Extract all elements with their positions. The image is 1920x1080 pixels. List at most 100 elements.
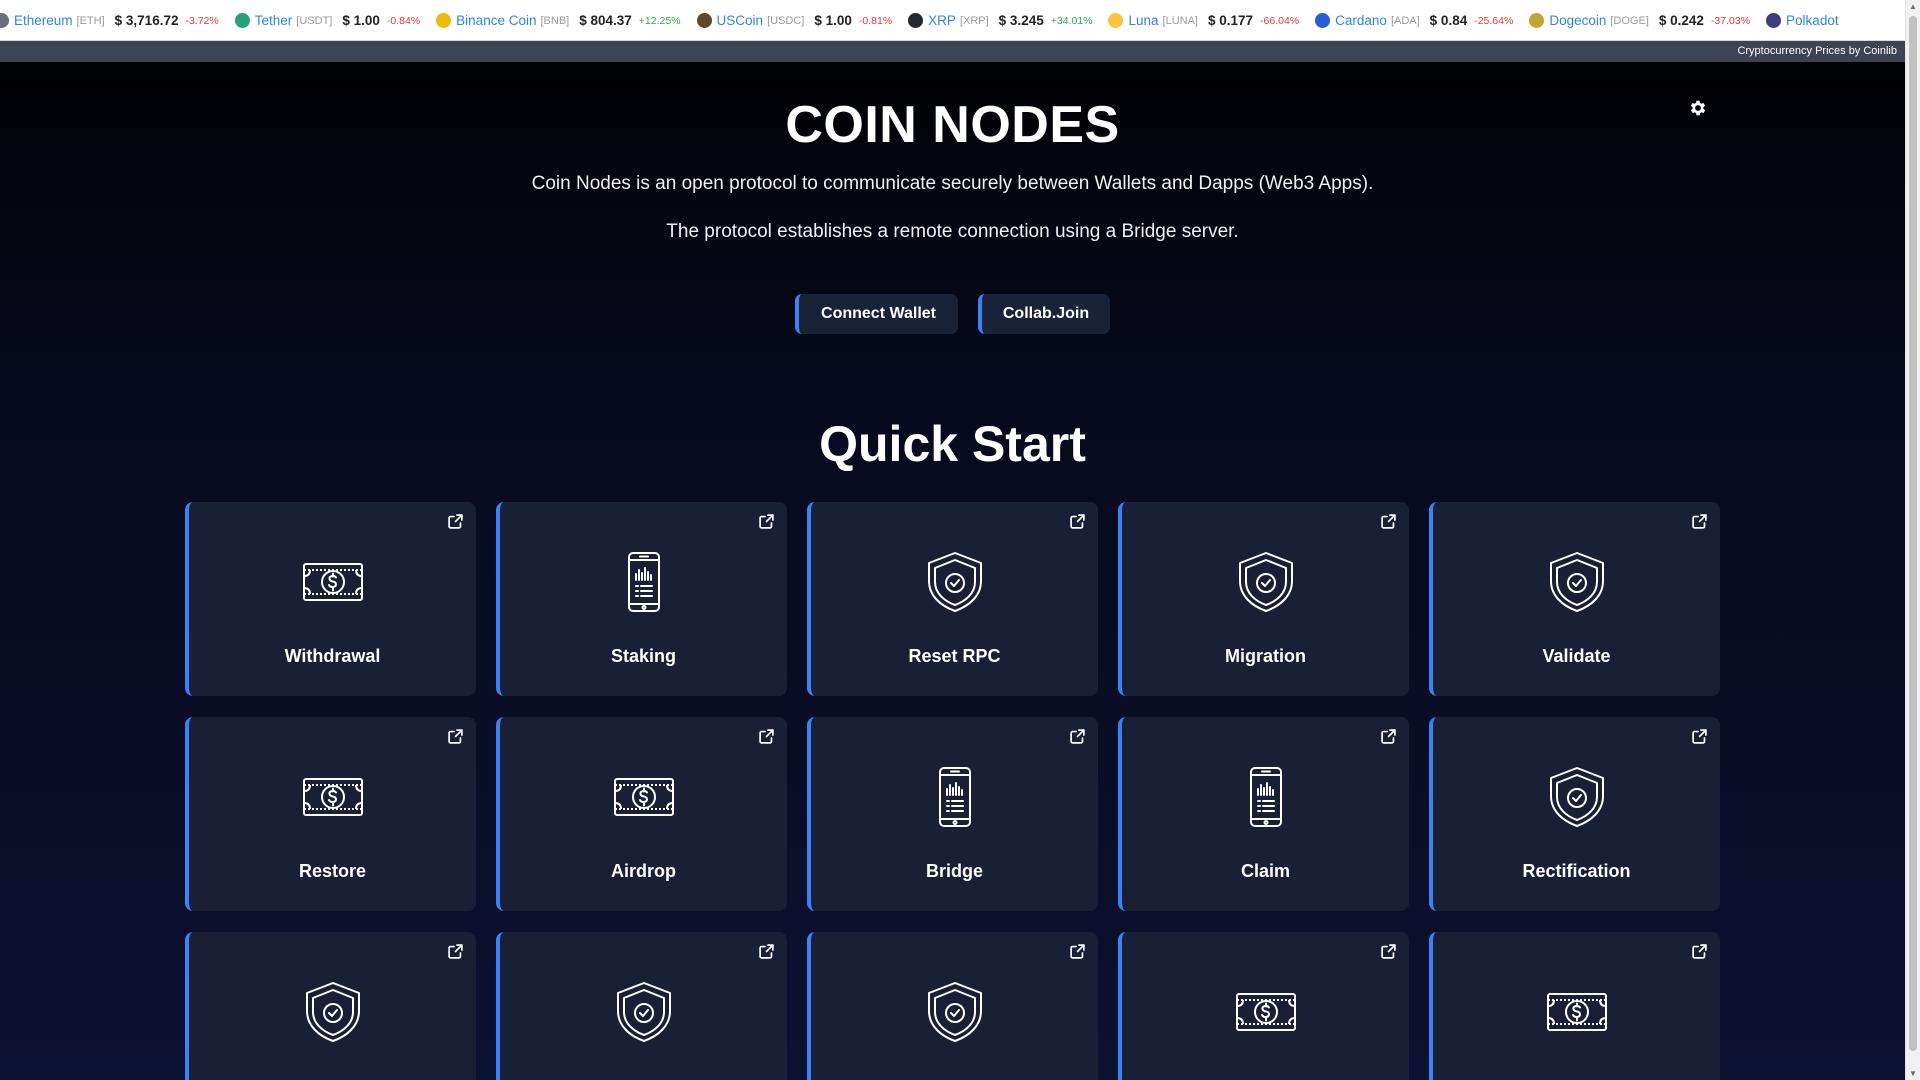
ticker-coin[interactable]: USCoin [USDC] $ 1.00 -0.81% bbox=[696, 13, 893, 28]
coin-symbol: [LUNA] bbox=[1162, 14, 1198, 27]
coin-change: -37.03% bbox=[1710, 14, 1751, 27]
coin-name[interactable]: Polkadot bbox=[1786, 13, 1839, 28]
shield-icon bbox=[923, 980, 987, 1044]
coin-symbol: [USDT] bbox=[296, 14, 333, 27]
shield-icon bbox=[923, 550, 987, 614]
card-label: Rectification bbox=[1522, 861, 1631, 881]
ticker-coin[interactable]: Cardano [ADA] $ 0.84 -25.64% bbox=[1315, 13, 1513, 28]
uscoin-icon bbox=[696, 13, 712, 28]
money-bill-icon bbox=[612, 765, 676, 829]
coin-price: $ 3.245 bbox=[998, 13, 1044, 28]
quick-start-card-card-15[interactable] bbox=[1429, 932, 1720, 1080]
coin-name[interactable]: Ethereum bbox=[14, 13, 73, 28]
coin-name[interactable]: Tether bbox=[255, 13, 293, 28]
tether-icon bbox=[234, 13, 250, 28]
quick-start-card-rectification[interactable]: Rectification bbox=[1429, 717, 1720, 911]
quick-start-card-airdrop[interactable]: Airdrop bbox=[496, 717, 787, 911]
scroll-down-arrow-icon[interactable]: ▼ bbox=[1909, 1069, 1917, 1078]
shield-icon bbox=[1545, 550, 1609, 614]
page-title: COIN NODES bbox=[785, 96, 1120, 154]
external-link-icon[interactable] bbox=[447, 513, 464, 530]
hero-description-secondary: The protocol establishes a remote connec… bbox=[666, 221, 1239, 242]
card-label: Staking bbox=[610, 646, 676, 666]
money-bill-icon bbox=[301, 765, 365, 829]
coin-name[interactable]: Luna bbox=[1128, 13, 1158, 28]
quick-start-card-bridge[interactable]: Bridge bbox=[807, 717, 1098, 911]
shield-icon bbox=[612, 980, 676, 1044]
coin-change: -66.04% bbox=[1260, 14, 1300, 27]
external-link-icon[interactable] bbox=[1691, 728, 1708, 745]
ticker-coin[interactable]: Tether [USDT] $ 1.00 -0.84% bbox=[234, 13, 420, 28]
quick-start-card-validate[interactable]: Validate bbox=[1429, 502, 1720, 696]
crypto-price-ticker: Ethereum [ETH] $ 3,716.72 -3.72% Tether [USDT… bbox=[0, 0, 1905, 41]
quick-start-card-withdrawal[interactable]: Withdrawal bbox=[185, 502, 476, 696]
coin-symbol: [ADA] bbox=[1390, 14, 1420, 27]
phone-icon bbox=[923, 765, 987, 829]
phone-icon bbox=[612, 550, 676, 614]
ticker-track: Ethereum [ETH] $ 3,716.72 -3.72% Tether [USDT… bbox=[0, 0, 1876, 40]
coin-symbol: [BNB] bbox=[540, 14, 570, 27]
coin-change: +34.01% bbox=[1050, 14, 1093, 27]
coin-name[interactable]: Dogecoin bbox=[1549, 13, 1606, 28]
quick-start-card-migration[interactable]: Migration bbox=[1118, 502, 1409, 696]
phone-icon bbox=[1234, 765, 1298, 829]
coin-name[interactable]: USCoin bbox=[717, 13, 764, 28]
external-link-icon[interactable] bbox=[447, 943, 464, 960]
ticker-coin[interactable]: Ethereum [ETH] $ 3,716.72 -3.72% bbox=[0, 13, 219, 28]
luna-icon bbox=[1108, 13, 1124, 28]
scrollbar-thumb[interactable] bbox=[1909, 16, 1917, 1051]
external-link-icon[interactable] bbox=[758, 728, 775, 745]
external-link-icon[interactable] bbox=[447, 728, 464, 745]
cardano-icon bbox=[1315, 13, 1331, 28]
card-label: Validate bbox=[1542, 646, 1611, 666]
coin-name[interactable]: Cardano bbox=[1335, 13, 1387, 28]
coin-price: $ 0.177 bbox=[1207, 13, 1254, 28]
external-link-icon[interactable] bbox=[1069, 943, 1086, 960]
coin-price: $ 1.00 bbox=[814, 13, 852, 28]
external-link-icon[interactable] bbox=[1069, 728, 1086, 745]
card-label: Restore bbox=[298, 861, 367, 881]
collab-join-button[interactable]: Collab.Join bbox=[978, 294, 1110, 334]
polkadot-icon bbox=[1766, 13, 1782, 28]
quick-start-card-restore[interactable]: Restore bbox=[185, 717, 476, 911]
quick-start-card-card-11[interactable] bbox=[185, 932, 476, 1080]
coin-name[interactable]: XRP bbox=[928, 13, 956, 28]
coin-change: -25.64% bbox=[1474, 14, 1514, 27]
quick-start-card-claim[interactable]: Claim bbox=[1118, 717, 1409, 911]
external-link-icon[interactable] bbox=[1380, 513, 1397, 530]
shield-icon bbox=[1234, 550, 1298, 614]
shield-icon bbox=[301, 980, 365, 1044]
money-bill-icon bbox=[301, 550, 365, 614]
external-link-icon[interactable] bbox=[758, 943, 775, 960]
ticker-coin[interactable]: Luna [LUNA] $ 0.177 -66.04% bbox=[1108, 13, 1299, 28]
ticker-coin[interactable]: Binance Coin [BNB] $ 804.37 +12.25% bbox=[436, 13, 681, 28]
ticker-coin[interactable]: Polkadot bbox=[1766, 13, 1860, 28]
external-link-icon[interactable] bbox=[1380, 943, 1397, 960]
card-label: Airdrop bbox=[611, 861, 676, 881]
quick-start-card-card-12[interactable] bbox=[496, 932, 787, 1080]
coin-price: $ 0.84 bbox=[1429, 13, 1468, 28]
external-link-icon[interactable] bbox=[1691, 943, 1708, 960]
quick-start-card-card-14[interactable] bbox=[1118, 932, 1409, 1080]
quick-start-card-reset-rpc[interactable]: Reset RPC bbox=[807, 502, 1098, 696]
scroll-up-arrow-icon[interactable]: ▲ bbox=[1909, 2, 1917, 11]
external-link-icon[interactable] bbox=[1069, 513, 1086, 530]
coin-symbol: [USDC] bbox=[767, 14, 805, 27]
coin-symbol: [XRP] bbox=[959, 14, 989, 27]
card-label: Withdrawal bbox=[284, 646, 381, 666]
coin-price: $ 3,716.72 bbox=[114, 13, 179, 28]
ticker-coin[interactable]: Dogecoin [DOGE] $ 0.242 -37.03% bbox=[1529, 13, 1750, 28]
page-scrollbar[interactable]: ▲ ▼ bbox=[1905, 0, 1920, 1080]
quick-start-card-card-13[interactable] bbox=[807, 932, 1098, 1080]
connect-wallet-button[interactable]: Connect Wallet bbox=[795, 294, 958, 334]
external-link-icon[interactable] bbox=[1691, 513, 1708, 530]
quick-start-card-staking[interactable]: Staking bbox=[496, 502, 787, 696]
ticker-coin[interactable]: XRP [XRP] $ 3.245 +34.01% bbox=[908, 13, 1092, 28]
external-link-icon[interactable] bbox=[758, 513, 775, 530]
coin-name[interactable]: Binance Coin bbox=[456, 13, 536, 28]
coinlib-credit-link[interactable]: Cryptocurrency Prices by Coinlib bbox=[1737, 45, 1897, 57]
external-link-icon[interactable] bbox=[1380, 728, 1397, 745]
card-label: Migration bbox=[1225, 646, 1306, 666]
money-bill-icon bbox=[1545, 980, 1609, 1044]
coin-change: -0.81% bbox=[858, 14, 893, 27]
